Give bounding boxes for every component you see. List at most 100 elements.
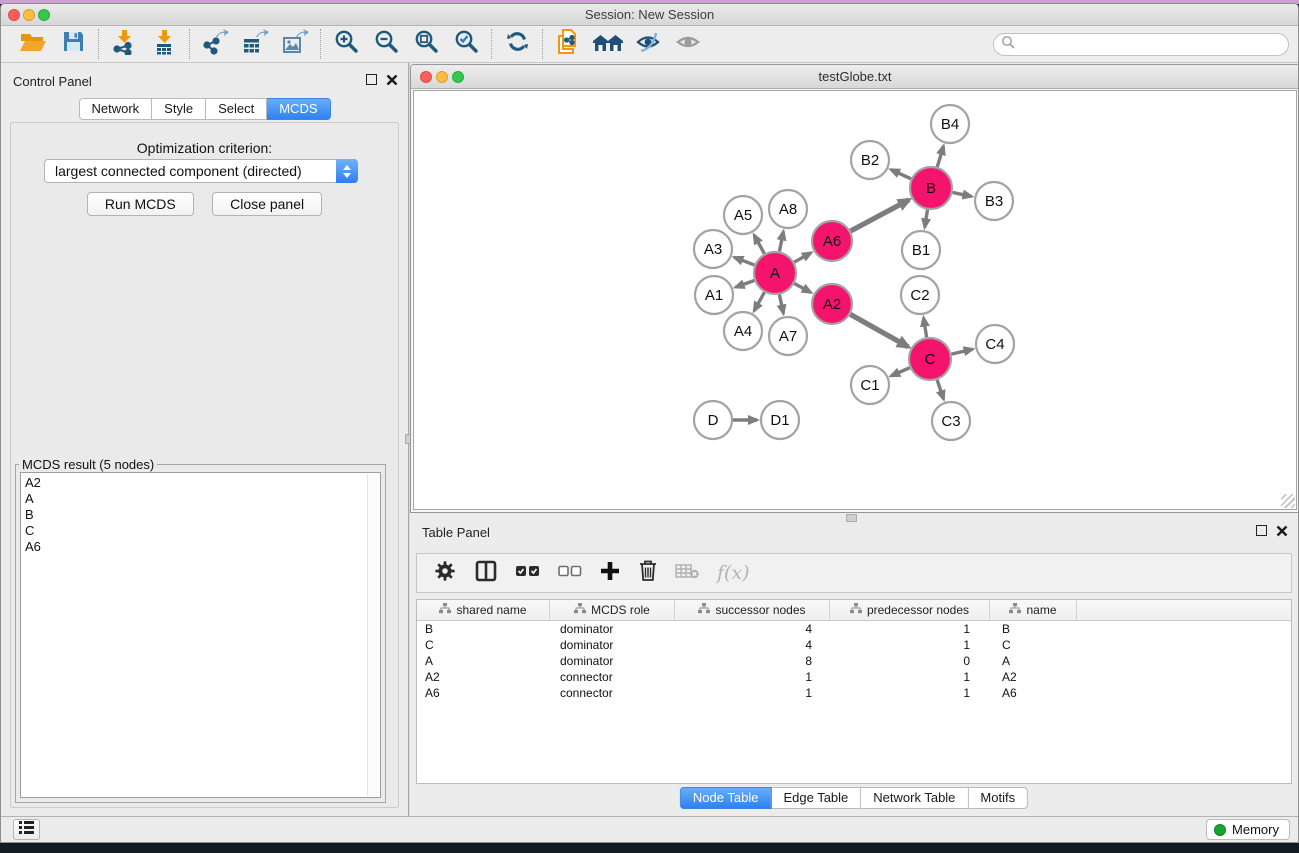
cell[interactable]: A2: [417, 669, 550, 685]
cell[interactable]: 1: [830, 621, 990, 637]
first-neighbors-button[interactable]: [588, 28, 628, 60]
open-file-button[interactable]: [13, 28, 53, 60]
cell[interactable]: dominator: [550, 637, 675, 653]
cell[interactable]: connector: [550, 685, 675, 701]
cell[interactable]: 1: [675, 669, 830, 685]
edge-B-B4[interactable]: [937, 146, 943, 167]
cell[interactable]: 4: [675, 621, 830, 637]
mcds-result-list[interactable]: A2ABCA6: [20, 472, 381, 798]
network-zoom-button[interactable]: [452, 71, 464, 83]
import-table-button[interactable]: [144, 28, 184, 60]
cell[interactable]: 1: [675, 685, 830, 701]
cell[interactable]: C: [417, 637, 550, 653]
edge-B-B1[interactable]: [925, 210, 928, 228]
table-row[interactable]: Adominator80A: [417, 653, 1291, 669]
column-header-predecessor-nodes[interactable]: predecessor nodes: [830, 600, 990, 620]
export-table-button[interactable]: [235, 28, 275, 60]
run-mcds-button[interactable]: Run MCDS: [87, 192, 194, 216]
cell[interactable]: 8: [675, 653, 830, 669]
column-header-MCDS-role[interactable]: MCDS role: [550, 600, 675, 620]
save-session-button[interactable]: [53, 28, 93, 60]
table-settings-button[interactable]: [433, 558, 457, 588]
close-window-button[interactable]: [8, 9, 20, 21]
edge-B-B2[interactable]: [891, 170, 911, 179]
tab-style[interactable]: Style: [152, 98, 206, 120]
export-image-button[interactable]: [275, 28, 315, 60]
minimize-window-button[interactable]: [23, 9, 35, 21]
tab-edge-table[interactable]: Edge Table: [771, 787, 861, 809]
mcds-result-item[interactable]: B: [25, 507, 380, 523]
mcds-result-item[interactable]: C: [25, 523, 380, 539]
mcds-result-item[interactable]: A: [25, 491, 380, 507]
edge-A-A6[interactable]: [794, 253, 811, 263]
column-header-name[interactable]: name: [990, 600, 1077, 620]
edge-A-A2[interactable]: [794, 284, 811, 293]
clone-network-button[interactable]: [548, 28, 588, 60]
cell[interactable]: 4: [675, 637, 830, 653]
zoom-in-button[interactable]: [326, 28, 366, 60]
tab-motifs[interactable]: Motifs: [968, 787, 1028, 809]
cell[interactable]: 1: [830, 685, 990, 701]
network-minimize-button[interactable]: [436, 71, 448, 83]
deselect-all-button[interactable]: [558, 558, 582, 588]
tab-network-table[interactable]: Network Table: [861, 787, 968, 809]
add-column-button[interactable]: [599, 558, 621, 588]
column-header-successor-nodes[interactable]: successor nodes: [675, 600, 830, 620]
edge-B-B3[interactable]: [953, 192, 972, 196]
resize-grip-icon[interactable]: [1281, 494, 1295, 508]
edge-A2-C[interactable]: [850, 314, 908, 347]
close-panel-button[interactable]: Close panel: [212, 192, 322, 216]
show-columns-button[interactable]: [474, 558, 498, 588]
edge-A-A4[interactable]: [754, 292, 764, 311]
node-table[interactable]: shared nameMCDS rolesuccessor nodesprede…: [416, 599, 1292, 784]
mcds-result-item[interactable]: A2: [25, 475, 380, 491]
import-network-button[interactable]: [104, 28, 144, 60]
close-table-panel-icon[interactable]: [1276, 525, 1288, 537]
cell[interactable]: 1: [830, 637, 990, 653]
table-row[interactable]: A6connector11A6: [417, 685, 1291, 701]
edge-C-C3[interactable]: [937, 380, 944, 399]
table-row[interactable]: Cdominator41C: [417, 637, 1291, 653]
cell[interactable]: A6: [990, 685, 1077, 701]
criterion-dropdown[interactable]: largest connected component (directed): [44, 159, 358, 183]
tab-select[interactable]: Select: [206, 98, 267, 120]
hide-selected-button[interactable]: [628, 28, 668, 60]
zoom-selected-button[interactable]: [446, 28, 486, 60]
function-builder-button[interactable]: f(x): [717, 558, 750, 588]
close-panel-icon[interactable]: [386, 74, 398, 86]
tab-mcds[interactable]: MCDS: [267, 98, 330, 120]
edge-A-A8[interactable]: [779, 232, 783, 252]
float-panel-icon[interactable]: [366, 74, 377, 85]
zoom-window-button[interactable]: [38, 9, 50, 21]
search-field[interactable]: [993, 33, 1289, 56]
cell[interactable]: 0: [830, 653, 990, 669]
edge-C-C4[interactable]: [951, 349, 972, 354]
refresh-layout-button[interactable]: [497, 28, 537, 60]
task-history-button[interactable]: [13, 819, 40, 840]
cell[interactable]: A: [990, 653, 1077, 669]
cell[interactable]: 1: [830, 669, 990, 685]
cell[interactable]: C: [990, 637, 1077, 653]
zoom-fit-button[interactable]: [406, 28, 446, 60]
zoom-out-button[interactable]: [366, 28, 406, 60]
select-all-button[interactable]: [515, 558, 541, 588]
cell[interactable]: dominator: [550, 621, 675, 637]
memory-button[interactable]: Memory: [1206, 819, 1290, 840]
delete-column-button[interactable]: [638, 558, 658, 588]
table-row[interactable]: Bdominator41B: [417, 621, 1291, 637]
tab-network[interactable]: Network: [78, 98, 152, 120]
edge-C-C1[interactable]: [891, 368, 910, 376]
edge-A-A1[interactable]: [736, 281, 755, 288]
tab-node-table[interactable]: Node Table: [680, 787, 772, 809]
cell[interactable]: dominator: [550, 653, 675, 669]
network-close-button[interactable]: [420, 71, 432, 83]
cell[interactable]: A: [417, 653, 550, 669]
mcds-result-item[interactable]: A6: [25, 539, 380, 555]
column-header-shared-name[interactable]: shared name: [417, 600, 550, 620]
network-canvas[interactable]: AA1A2A3A4A5A6A7A8BB1B2B3B4CC1C2C3C4DD1: [413, 90, 1297, 510]
edge-C-C2[interactable]: [924, 318, 927, 338]
cell[interactable]: A2: [990, 669, 1077, 685]
export-network-button[interactable]: [195, 28, 235, 60]
edge-A-A5[interactable]: [754, 235, 764, 254]
show-all-button[interactable]: [668, 28, 708, 60]
